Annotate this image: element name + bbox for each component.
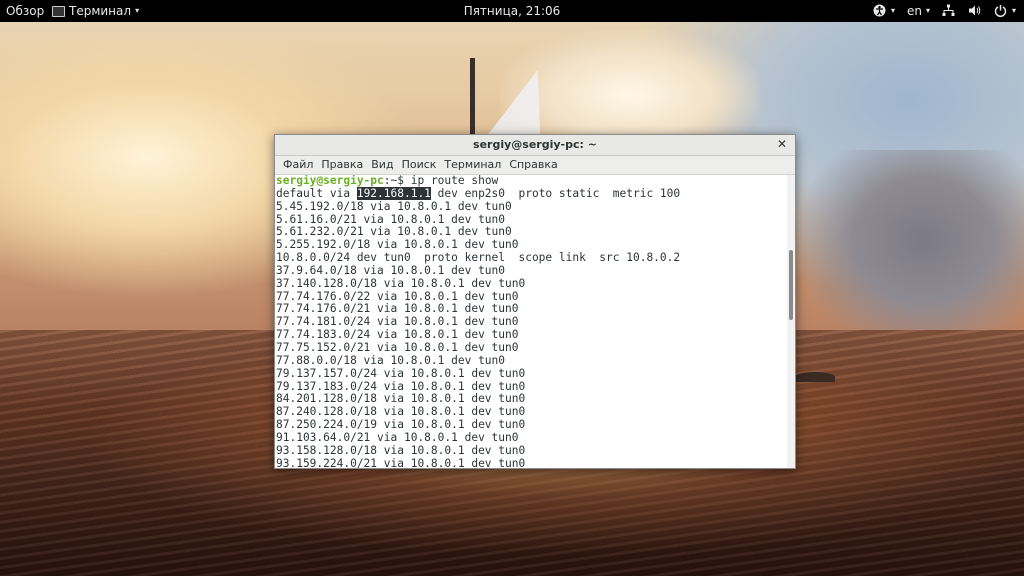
system-status-area[interactable]: ▾ en ▾ ▾ <box>873 3 1016 19</box>
output-line: 87.250.224.0/19 via 10.8.0.1 dev tun0 <box>276 418 526 432</box>
output-line: 77.75.152.0/21 via 10.8.0.1 dev tun0 <box>276 340 519 354</box>
output-line: 37.140.128.0/18 via 10.8.0.1 dev tun0 <box>276 276 526 290</box>
command-text: ip route show <box>410 175 499 187</box>
menu-terminal[interactable]: Терминал <box>440 156 505 174</box>
menu-bar: Файл Правка Вид Поиск Терминал Справка <box>275 156 795 175</box>
app-menu-label: Терминал <box>69 4 132 18</box>
menu-search[interactable]: Поиск <box>398 156 441 174</box>
volume-icon[interactable] <box>968 4 982 18</box>
scrollbar[interactable] <box>787 175 795 468</box>
prompt-user: sergiy@sergiy-pc <box>276 175 384 187</box>
output-prefix: default via <box>276 186 357 200</box>
window-titlebar[interactable]: sergiy@sergiy-pc: ~ ✕ <box>275 135 795 156</box>
network-icon[interactable] <box>942 4 956 18</box>
close-icon[interactable]: ✕ <box>775 137 789 151</box>
wallpaper-mast <box>470 58 475 138</box>
accessibility-icon[interactable] <box>873 4 887 18</box>
output-line: 37.9.64.0/18 via 10.8.0.1 dev tun0 <box>276 263 506 277</box>
terminal-window[interactable]: sergiy@sergiy-pc: ~ ✕ Файл Правка Вид По… <box>274 134 796 469</box>
terminal-app-icon <box>52 5 65 17</box>
power-icon[interactable] <box>994 4 1008 18</box>
window-title: sergiy@sergiy-pc: ~ <box>473 138 597 151</box>
app-menu-button[interactable]: Терминал ▾ <box>52 3 139 19</box>
clock[interactable]: Пятница, 21:06 <box>0 3 1024 19</box>
output-line: default via 192.168.1.1 dev enp2s0 proto… <box>276 186 788 201</box>
selected-text[interactable]: 192.168.1.1 <box>356 186 431 200</box>
chevron-down-icon: ▾ <box>890 6 895 15</box>
terminal-output[interactable]: sergiy@sergiy-pc:~$ ip route show defaul… <box>275 175 788 468</box>
menu-edit[interactable]: Правка <box>317 156 367 174</box>
chevron-down-icon: ▾ <box>925 6 930 15</box>
output-line: 91.103.64.0/21 via 10.8.0.1 dev tun0 <box>276 430 519 444</box>
prompt-separator: :~$ <box>383 175 411 187</box>
output-line: 93.158.128.0/18 via 10.8.0.1 dev tun0 <box>276 443 526 457</box>
output-line: 10.8.0.0/24 dev tun0 proto kernel scope … <box>276 251 681 265</box>
menu-file[interactable]: Файл <box>279 156 317 174</box>
activities-button[interactable]: Обзор <box>6 3 44 19</box>
menu-help[interactable]: Справка <box>505 156 561 174</box>
output-line: 79.137.157.0/24 via 10.8.0.1 dev tun0 <box>276 366 526 380</box>
scrollbar-thumb[interactable] <box>789 250 793 320</box>
menu-view[interactable]: Вид <box>367 156 397 174</box>
wallpaper-cloud <box>800 150 1024 350</box>
output-suffix: dev enp2s0 proto static metric 100 <box>430 186 681 200</box>
chevron-down-icon: ▾ <box>1011 6 1016 15</box>
wallpaper-island <box>795 372 835 382</box>
chevron-down-icon: ▾ <box>135 6 140 15</box>
top-bar: Пятница, 21:06 Обзор Терминал ▾ ▾ en ▾ ▾ <box>0 0 1024 22</box>
output-line: 5.45.192.0/18 via 10.8.0.1 dev tun0 <box>276 199 512 213</box>
output-line: 93.159.224.0/21 via 10.8.0.1 dev tun0 <box>276 456 526 468</box>
language-indicator[interactable]: en <box>907 3 922 19</box>
output-line: 77.88.0.0/18 via 10.8.0.1 dev tun0 <box>276 353 506 367</box>
